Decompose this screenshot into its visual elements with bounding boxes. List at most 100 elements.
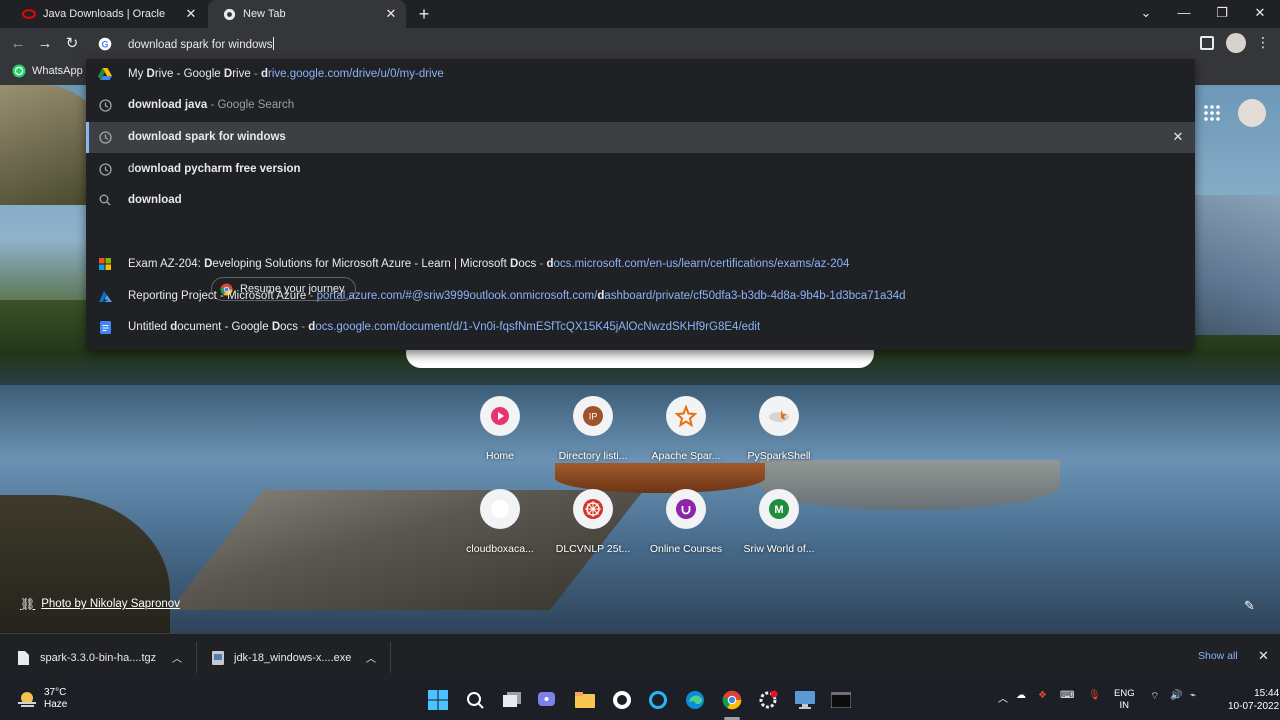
shortcut-label: PySparkShell [747,450,811,462]
google-docs-icon [98,320,112,334]
download-item-jdk[interactable]: jdk-18_windows-x....exe ︿ [212,634,382,681]
forward-icon[interactable]: → [35,34,55,54]
edge-icon[interactable] [683,688,707,712]
restore-icon[interactable]: ❐ [1210,3,1234,23]
history-icon [98,98,112,112]
show-all-button[interactable]: Show all [1198,650,1238,662]
close-window-icon[interactable]: ✕ [1248,3,1272,23]
remove-suggestion-icon[interactable]: ✕ [1171,130,1185,144]
shortcut-directory-listing[interactable]: IP Directory listi... [551,396,635,476]
installer-icon [212,650,224,665]
time: 15:44 [1254,688,1280,699]
chevron-up-icon[interactable]: ︿ [172,650,182,665]
windows-start-icon[interactable] [426,688,450,712]
suggestion-download-pycharm[interactable]: download pycharm free version [86,154,1195,185]
tab-search-icon[interactable]: ⌄ [1134,3,1158,23]
google-g-icon: G [98,37,112,54]
weather-widget[interactable]: 37°C Haze [16,687,67,711]
language-indicator[interactable]: ENG IN [1114,688,1135,712]
suggestion-download-java[interactable]: download java - Google Search [86,90,1195,121]
tab-title: New Tab [243,8,286,20]
chrome-icon [222,7,236,21]
shortcut-apache-spark[interactable]: Apache Spar... [644,396,728,476]
settings-gear-icon[interactable] [756,688,780,712]
selection-indicator [86,122,89,153]
customize-pencil-icon[interactable]: ✎ [1244,598,1260,614]
onedrive-icon[interactable]: ☁ [1016,690,1026,701]
shortcut-home[interactable]: Home [458,396,542,476]
history-icon [98,162,112,176]
keyboard-icon[interactable]: ⌨ [1060,690,1074,701]
photo-credit-link[interactable]: ⛓ Photo by Nikolay Sapronov [20,597,180,611]
chevron-up-icon[interactable]: ︿ [998,690,1008,705]
omnibox-input[interactable]: download spark for windows [128,37,275,51]
suggestion-download[interactable]: download [86,185,1195,216]
new-tab-button[interactable]: + [414,4,434,24]
shortcut-label: Sriw World of... [743,543,815,555]
shortcut-sriw-world[interactable]: M Sriw World of... [737,489,821,569]
search-icon[interactable] [463,688,487,712]
menu-icon[interactable]: ⋮ [1256,34,1270,51]
github-icon[interactable] [610,688,634,712]
omnibox-suggestions: My Drive - Google Drive - drive.google.c… [86,59,1195,350]
volume-icon[interactable]: 🔊 [1170,690,1182,701]
battery-icon[interactable]: ⌁ [1190,690,1196,701]
profile-avatar[interactable] [1226,33,1246,53]
shortcut-pysparkshell[interactable]: PySparkShell [737,396,821,476]
photo-credit-text: Photo by Nikolay Sapronov [41,598,180,610]
file-icon [18,650,29,665]
close-shelf-icon[interactable]: ✕ [1258,648,1269,664]
app-tray-icon[interactable]: ❖ [1038,690,1047,701]
sriw-site-icon: M [759,489,799,529]
omnibox[interactable]: G download spark for windows [86,28,1195,60]
side-panel-icon[interactable] [1200,36,1214,50]
google-drive-icon [98,67,112,81]
shortcut-dlcvnlp[interactable]: DLCVNLP 25t... [551,489,635,569]
spark-logo-icon [759,396,799,436]
download-item-spark[interactable]: spark-3.3.0-bin-ha....tgz ︿ [18,634,188,681]
udemy-site-icon [666,489,706,529]
search-icon [98,193,112,207]
back-icon[interactable]: ← [8,34,28,54]
haze-weather-icon [18,692,36,707]
suggestion-untitled-doc[interactable]: Untitled document - Google Docs - docs.g… [86,312,1195,343]
wifi-icon[interactable]: ⌔ [1150,690,1159,703]
task-view-icon[interactable] [500,688,524,712]
account-avatar[interactable] [1238,99,1266,127]
close-tab-icon[interactable]: ✕ [384,7,398,21]
terminal-icon[interactable] [829,688,853,712]
close-tab-icon[interactable]: ✕ [184,7,198,21]
suggestion-my-drive[interactable]: My Drive - Google Drive - drive.google.c… [86,59,1195,90]
file-explorer-icon[interactable] [573,688,597,712]
reload-icon[interactable]: ↻ [62,34,82,54]
shortcut-cloudboxacademy[interactable]: cloudboxaca... [458,489,542,569]
shortcut-label: Home [485,450,514,462]
shortcut-label: Apache Spar... [651,450,721,462]
suggestion-download-spark[interactable]: download spark for windows ✕ [86,122,1195,153]
cortana-icon[interactable] [646,688,670,712]
tab-new-tab[interactable]: New Tab ✕ [208,0,406,28]
bookmark-label: WhatsApp [32,65,83,77]
spark-star-icon [666,396,706,436]
dlcvnlp-site-icon [573,489,613,529]
svg-text:M: M [774,504,783,516]
svg-text:IP: IP [589,412,598,422]
divider [196,642,197,673]
bookmark-whatsapp[interactable]: WhatsApp [12,64,83,78]
minimize-icon[interactable]: — [1172,3,1196,23]
clock[interactable]: 15:44 10-07-2022 [1228,687,1279,713]
suggestion-az204[interactable]: Exam AZ-204: Developing Solutions for Mi… [86,249,1195,280]
microphone-icon[interactable]: 🎙 [1088,690,1101,701]
shortcut-online-courses[interactable]: Online Courses [644,489,728,569]
google-apps-icon[interactable] [1202,103,1222,123]
suggestion-azure-reporting[interactable]: Reporting Project - Microsoft Azure - po… [86,281,1195,312]
windows-taskbar: 37°C Haze ︿ ☁ ❖ ⌨ 🎙 ENG IN ⌔ 🔊 ⌁ 15:44 10-… [0,680,1280,720]
chevron-up-icon[interactable]: ︿ [366,650,376,665]
remote-desktop-icon[interactable] [793,688,817,712]
teams-chat-icon[interactable] [536,688,560,712]
history-icon [98,130,112,144]
tab-java-downloads[interactable]: Java Downloads | Oracle ✕ [8,0,206,28]
chrome-taskbar-icon[interactable] [720,688,744,712]
weather-condition: Haze [44,699,68,710]
temperature: 37°C [44,687,67,698]
